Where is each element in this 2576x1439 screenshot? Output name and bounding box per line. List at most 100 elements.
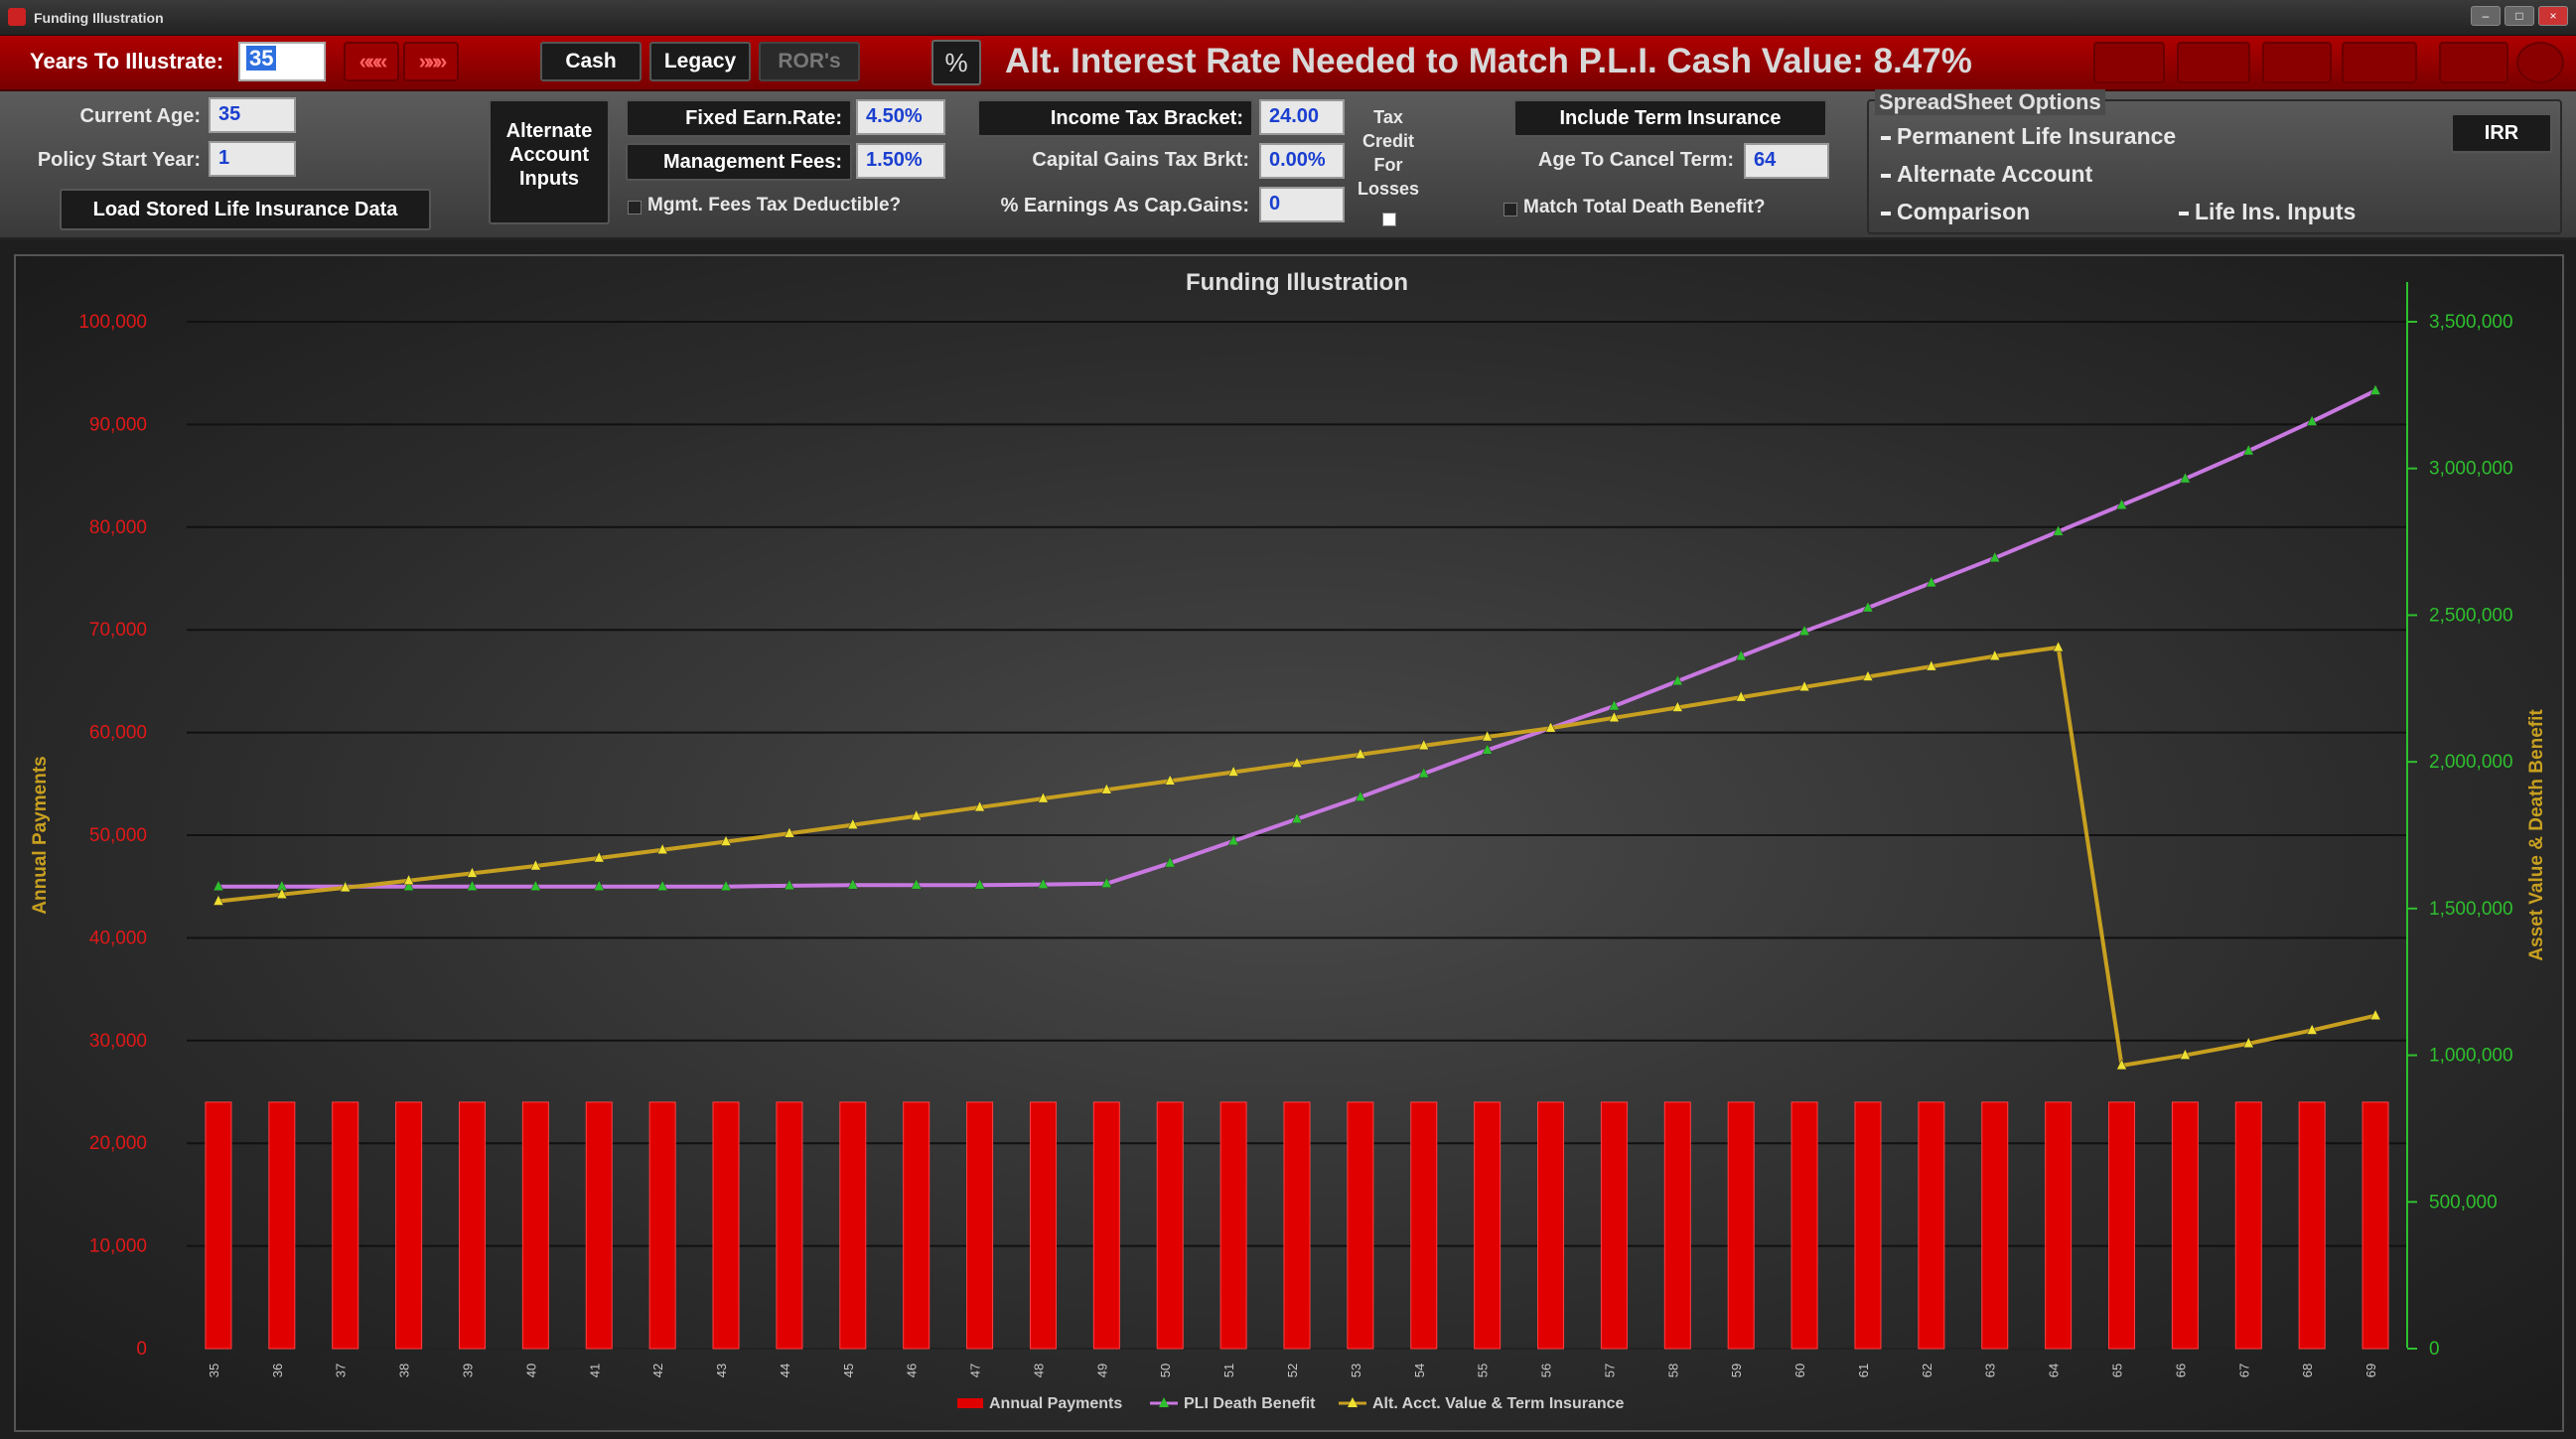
option-comparison[interactable]: Comparison	[1881, 199, 2030, 225]
toolbar-ghost-button-3[interactable]	[2262, 42, 2332, 83]
payment-bar	[2045, 1101, 2073, 1350]
payment-bar	[395, 1101, 423, 1350]
payment-bar	[1663, 1101, 1691, 1350]
tax-credit-line-3: For	[1373, 155, 1403, 175]
y2-axis-label: Asset Value & Death Benefit	[2526, 709, 2547, 961]
x-tick-label: 39	[460, 1364, 475, 1377]
y-axis-label: Annual Payments	[30, 756, 51, 914]
tax-credit-line-2: Credit	[1361, 131, 1414, 151]
payment-bar	[585, 1101, 613, 1350]
payment-bar	[521, 1101, 549, 1350]
legend-label-pli: PLI Death Benefit	[1184, 1395, 1316, 1412]
option-life-ins-inputs[interactable]: Life Ins. Inputs	[2179, 199, 2356, 225]
x-tick-label: 51	[1221, 1364, 1236, 1377]
chart-container: Funding Illustration 0 10,000 20,000 30,000 4…	[14, 254, 2564, 1432]
decrement-years-button[interactable]: «««	[344, 42, 399, 81]
payment-bar	[332, 1101, 359, 1350]
load-stored-life-insurance-button[interactable]: Load Stored Life Insurance Data	[60, 189, 431, 230]
toolbar-ghost-button-4[interactable]	[2342, 42, 2417, 83]
payment-bar	[2298, 1101, 2326, 1350]
toolbar-ghost-button-5[interactable]	[2439, 42, 2508, 83]
tab-rors[interactable]: ROR's	[759, 42, 860, 81]
pli-death-benefit-line	[217, 388, 2376, 889]
x-tick-label: 60	[1792, 1364, 1807, 1377]
payment-bar	[966, 1101, 994, 1350]
x-tick-label: 48	[1031, 1364, 1046, 1377]
years-to-illustrate-input[interactable]: 35	[238, 42, 326, 81]
y-tick-label: 70,000	[89, 620, 147, 641]
payment-bar	[839, 1101, 867, 1350]
alternate-account-inputs-button[interactable]: Alternate Account Inputs	[489, 99, 610, 224]
years-to-illustrate-label: Years To Illustrate:	[30, 49, 224, 73]
legend-swatch-annual-payments	[957, 1398, 983, 1408]
app-icon	[8, 8, 26, 26]
fixed-earn-rate-input[interactable]: 4.50%	[856, 99, 945, 135]
policy-start-year-label: Policy Start Year:	[37, 149, 201, 171]
x-tick-label: 61	[1856, 1364, 1871, 1377]
management-fees-input[interactable]: 1.50%	[856, 143, 945, 179]
alt-interest-rate-headline: Alt. Interest Rate Needed to Match P.L.I…	[1005, 42, 1972, 80]
x-tick-label: 45	[841, 1364, 856, 1377]
power-icon[interactable]	[2516, 42, 2564, 83]
management-fees-label: Management Fees:	[626, 143, 852, 181]
app-window: Funding Illustration – □ × Years To Illu…	[0, 0, 2576, 1439]
option-alternate-account[interactable]: Alternate Account	[1881, 161, 2092, 188]
mgmt-fees-deductible-label: Mgmt. Fees Tax Deductible?	[647, 195, 902, 216]
minimize-icon[interactable]: –	[2471, 6, 2501, 26]
current-age-input[interactable]: 35	[209, 97, 296, 133]
earnings-as-cap-gains-input[interactable]: 0	[1259, 187, 1345, 222]
tax-credit-line-4: Losses	[1357, 179, 1420, 199]
earnings-as-cap-gains-label: % Earnings As Cap.Gains:	[1000, 195, 1249, 216]
payment-bar	[1219, 1101, 1247, 1350]
alt-account-value-line	[217, 645, 2376, 1069]
match-total-death-benefit-label: Match Total Death Benefit?	[1523, 197, 1766, 217]
x-tick-label: 35	[207, 1364, 221, 1377]
close-icon[interactable]: ×	[2538, 6, 2568, 26]
x-tick-label: 68	[2300, 1364, 2315, 1377]
y2-tick-label: 3,000,000	[2429, 459, 2513, 480]
y2-tick-label: 0	[2429, 1339, 2440, 1360]
increment-years-button[interactable]: »»»	[403, 42, 459, 81]
x-tick-label: 54	[1412, 1364, 1427, 1377]
y2-tick-label: 2,000,000	[2429, 752, 2513, 773]
match-total-death-benefit-checkbox[interactable]	[1503, 203, 1517, 216]
irr-button[interactable]: IRR	[2451, 113, 2552, 153]
x-tick-label: 43	[714, 1364, 729, 1377]
payment-bar	[1981, 1101, 2009, 1350]
age-to-cancel-term-input[interactable]: 64	[1744, 143, 1829, 179]
payment-bar	[1854, 1101, 1882, 1350]
y-tick-label: 50,000	[89, 825, 147, 846]
x-tick-label: 53	[1349, 1364, 1363, 1377]
capital-gains-tax-input[interactable]: 0.00%	[1259, 143, 1345, 179]
x-tick-label: 44	[778, 1364, 792, 1377]
mgmt-fees-deductible-checkbox[interactable]	[628, 201, 642, 215]
fixed-earn-rate-label: Fixed Earn.Rate:	[626, 99, 852, 137]
x-tick-label: 49	[1094, 1364, 1109, 1377]
option-life-ins-inputs-label: Life Ins. Inputs	[2195, 199, 2357, 224]
main-toolbar: Years To Illustrate: 35 ««« »»» Cash Leg…	[0, 36, 2576, 91]
policy-start-year-input[interactable]: 1	[209, 141, 296, 177]
toolbar-ghost-button-2[interactable]	[2177, 42, 2250, 83]
x-tick-label: 41	[587, 1364, 602, 1377]
toolbar-ghost-button-1[interactable]	[2093, 42, 2165, 83]
include-term-insurance-button[interactable]: Include Term Insurance	[1513, 99, 1827, 137]
capital-gains-tax-label: Capital Gains Tax Brkt:	[1032, 149, 1249, 171]
percent-icon[interactable]: %	[931, 40, 981, 85]
option-permanent-life-label: Permanent Life Insurance	[1897, 123, 2177, 149]
payment-bar	[1347, 1101, 1374, 1350]
tab-cash[interactable]: Cash	[540, 42, 642, 81]
payment-bar	[712, 1101, 740, 1350]
y2-tick-label: 2,500,000	[2429, 605, 2513, 626]
payment-bar	[1918, 1101, 1945, 1350]
option-alternate-account-label: Alternate Account	[1897, 161, 2093, 187]
x-tick-label: 37	[334, 1364, 349, 1377]
maximize-icon[interactable]: □	[2504, 6, 2534, 26]
tax-credit-for-losses-checkbox[interactable]	[1382, 213, 1396, 226]
income-tax-bracket-input[interactable]: 24.00	[1259, 99, 1345, 135]
x-tick-label: 50	[1158, 1364, 1173, 1377]
tab-legacy[interactable]: Legacy	[649, 42, 751, 81]
payment-bar	[1410, 1101, 1438, 1350]
option-permanent-life-insurance[interactable]: Permanent Life Insurance	[1881, 123, 2176, 150]
payment-bar	[903, 1101, 930, 1350]
y2-tick-label: 500,000	[2429, 1192, 2498, 1213]
